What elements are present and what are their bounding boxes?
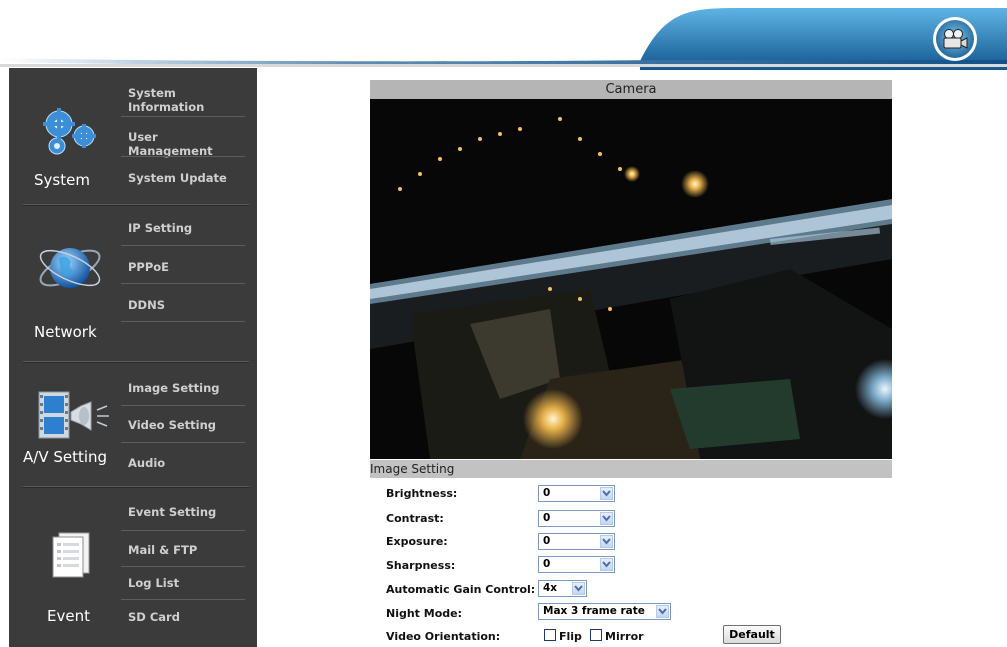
night-mode-select[interactable]: Max 3 frame rate: [538, 603, 671, 620]
mirror-checkbox[interactable]: [590, 629, 602, 641]
sidebar-item-mail-ftp[interactable]: Mail & FTP: [128, 543, 245, 557]
camera-panel: Camera: [370, 80, 892, 99]
gears-icon: [43, 108, 96, 155]
sidebar-item-system-information[interactable]: System Information: [128, 86, 245, 114]
chevron-down-icon[interactable]: [656, 605, 669, 618]
flip-checkbox[interactable]: [544, 629, 556, 641]
sidebar-item-event-setting[interactable]: Event Setting: [128, 505, 245, 519]
video-camera-icon[interactable]: [941, 28, 969, 50]
sidebar-item-pppoe[interactable]: PPPoE: [128, 260, 245, 274]
exposure-select[interactable]: 0: [538, 533, 615, 550]
sidebar-group-title[interactable]: System: [34, 171, 90, 189]
night-mode-label: Night Mode:: [386, 607, 463, 620]
sidebar-item-system-update[interactable]: System Update: [128, 171, 245, 185]
sharpness-label: Sharpness:: [386, 559, 456, 572]
sidebar-group-event: Event Event Setting Mail & FTP Log List …: [9, 487, 257, 647]
chevron-down-icon[interactable]: [600, 487, 613, 500]
default-button[interactable]: Default: [723, 625, 781, 644]
mirror-label[interactable]: Mirror: [605, 630, 644, 643]
sidebar-group-network: Network IP Setting PPPoE DDNS: [9, 205, 257, 361]
chevron-down-icon[interactable]: [572, 582, 585, 595]
sidebar-item-sd-card[interactable]: SD Card: [128, 610, 245, 624]
flip-label[interactable]: Flip: [559, 630, 582, 643]
chevron-down-icon[interactable]: [600, 512, 613, 525]
brightness-value: 0: [543, 487, 551, 499]
sidebar-item-ip-setting[interactable]: IP Setting: [128, 221, 245, 235]
contrast-label: Contrast:: [386, 512, 444, 525]
brightness-select[interactable]: 0: [538, 485, 615, 502]
brightness-label: Brightness:: [386, 487, 458, 500]
sidebar-item-ddns[interactable]: DDNS: [128, 298, 245, 312]
camera-panel-title: Camera: [370, 80, 892, 99]
sidebar-item-image-setting[interactable]: Image Setting: [128, 381, 245, 395]
globe-icon: [39, 248, 101, 288]
exposure-value: 0: [543, 535, 551, 547]
night-mode-value: Max 3 frame rate: [543, 605, 645, 617]
sidebar-group-system: System System Information User Managemen…: [9, 68, 257, 204]
sharpness-value: 0: [543, 558, 551, 570]
exposure-label: Exposure:: [386, 535, 448, 548]
sidebar-item-video-setting[interactable]: Video Setting: [128, 418, 245, 432]
video-scene: [370, 99, 892, 459]
sidebar-item-audio[interactable]: Audio: [128, 456, 245, 470]
sidebar-group-title[interactable]: Network: [34, 323, 97, 341]
agc-value: 4x: [543, 582, 558, 594]
sidebar-item-log-list[interactable]: Log List: [128, 576, 245, 590]
header-banner: [0, 8, 1007, 70]
video-orientation-label: Video Orientation:: [386, 630, 501, 643]
sidebar-group-title[interactable]: A/V Setting: [23, 448, 107, 466]
image-setting-title: Image Setting: [370, 460, 892, 478]
agc-select[interactable]: 4x: [538, 580, 587, 597]
sidebar-item-user-management[interactable]: User Management: [128, 130, 245, 158]
contrast-select[interactable]: 0: [538, 510, 615, 527]
document-icon: [52, 532, 90, 578]
agc-label: Automatic Gain Control:: [386, 583, 536, 596]
chevron-down-icon[interactable]: [600, 535, 613, 548]
contrast-value: 0: [543, 512, 551, 524]
chevron-down-icon[interactable]: [600, 558, 613, 571]
camera-video-feed: [370, 99, 892, 459]
sharpness-select[interactable]: 0: [538, 556, 615, 573]
sidebar: System System Information User Managemen…: [9, 68, 257, 647]
av-icon: [38, 391, 109, 439]
sidebar-group-av-setting: A/V Setting Image Setting Video Setting …: [9, 362, 257, 486]
sidebar-group-title[interactable]: Event: [47, 607, 90, 625]
